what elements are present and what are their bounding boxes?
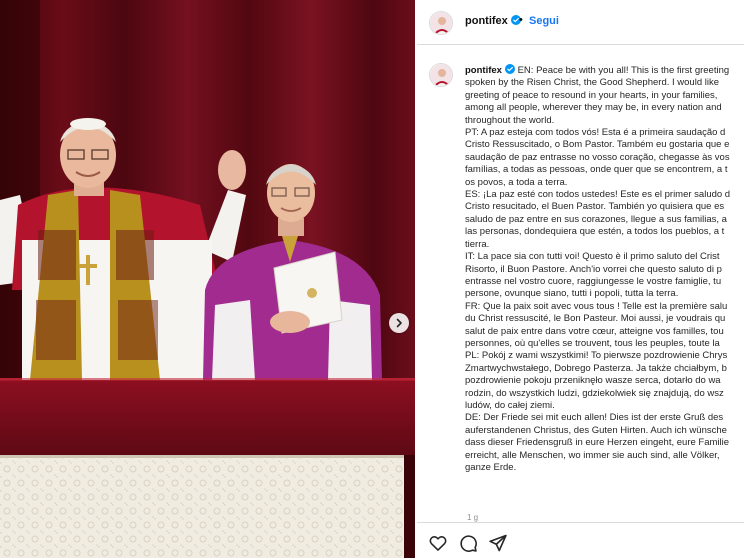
caption-line: dass dieser Friedensgruß in eure Herzen … — [465, 437, 730, 449]
caption-line: DE: Der Friede sei mit euch allen! Dies … — [465, 412, 724, 424]
caption-line: Risorto, il Buon Pastore. Anch'io vorrei… — [465, 263, 722, 275]
action-bar — [428, 533, 508, 553]
caption-line: du Christ ressuscité, le Bon Pasteur. Mo… — [465, 313, 726, 325]
caption-line: erreicht, alle Menschen, wo immer sie au… — [465, 449, 720, 461]
caption-line: ganze Erde. — [465, 462, 517, 473]
chevron-right-icon — [396, 318, 402, 328]
next-photo-button[interactable] — [389, 313, 409, 333]
caption-line: PL: Pokój z wami wszystkimi! To pierwsze… — [465, 350, 728, 362]
caption-line: among all people, wherever they may be, … — [465, 102, 722, 114]
caption-avatar[interactable] — [429, 63, 453, 87]
post-photo[interactable] — [0, 0, 415, 558]
caption-line: PT: A paz esteja com todos vós! Esta é a… — [465, 127, 726, 139]
caption-line: saludo de paz entre en sus corazones, ll… — [465, 213, 727, 225]
caption-line: personnes, où qu'elles se trouvent, tous… — [465, 337, 720, 349]
follow-button[interactable]: Segui — [529, 15, 559, 27]
caption-line: os povos, a toda a terra. — [465, 176, 568, 188]
caption-line: throughout the world. — [465, 114, 555, 126]
comment-button[interactable] — [458, 533, 478, 553]
header-avatar[interactable] — [429, 11, 453, 35]
caption-line: Cristo resucitado, el Buen Pastor. Tambi… — [465, 201, 725, 213]
caption-line: pontifex EN: Peace be with you all! This… — [465, 64, 744, 77]
caption-line: Cristo Ressuscitado, o Bom Pastor. També… — [465, 139, 730, 151]
caption-line: persone, ovunque siano, tutti i popoli, … — [465, 288, 679, 300]
caption-line: greeting of peace to resound in your hea… — [465, 89, 718, 101]
share-button[interactable] — [488, 533, 508, 553]
caption-line: ES: ¡La paz esté con todos ustedes! Este… — [465, 189, 731, 201]
avatar-image — [430, 64, 452, 86]
like-button[interactable] — [428, 533, 448, 553]
heart-icon — [429, 536, 447, 551]
actions-divider — [417, 522, 744, 523]
caption-line: Zmartwychwstałego, Dobrego Pasterza. Ja … — [465, 362, 727, 374]
caption-line: spoken by the Risen Christ, the Good She… — [465, 77, 720, 89]
header-username-text[interactable]: pontifex — [465, 15, 508, 27]
avatar-image — [430, 12, 452, 34]
caption-line: famílias, a todas as pessoas, onde quer … — [465, 164, 728, 176]
caption-line: pozdrowienie pokoju przeniknęło wasze se… — [465, 375, 721, 387]
comment-icon — [460, 535, 477, 552]
caption-line: saudação de paz entrasse no vosso coraçã… — [465, 151, 730, 163]
post-panel: pontifex • Segui pontifex EN: Peace be w… — [417, 0, 744, 558]
header-separator: • — [519, 14, 523, 26]
caption-line: IT: La pace sia con tutti voi! Questo è … — [465, 251, 720, 263]
caption-text: EN: Peace be with you all! This is the f… — [517, 65, 730, 76]
caption-line: tierra. — [465, 238, 490, 250]
header-divider — [417, 44, 744, 45]
share-icon — [489, 534, 507, 552]
header-username[interactable]: pontifex — [465, 15, 521, 27]
caption-line: las personas, dondequiera que estén, a t… — [465, 226, 725, 238]
caption-line: ludów, do całej ziemi. — [465, 399, 555, 411]
caption-line: salut de paix entre dans votre cœur, att… — [465, 325, 724, 337]
caption-username[interactable]: pontifex — [465, 65, 502, 76]
caption-line: entrasse nel vostro cuore, raggiungesse … — [465, 275, 722, 287]
photo-image — [0, 0, 415, 558]
post-caption: pontifex EN: Peace be with you all! This… — [465, 64, 744, 474]
caption-line: FR: Que la paix soit avec vous tous ! Te… — [465, 300, 728, 312]
caption-line: rodzin, do wszystkich ludzi, gdziekolwie… — [465, 387, 724, 399]
post-timestamp[interactable]: 1 g — [467, 513, 478, 522]
verified-badge-icon — [504, 64, 515, 74]
caption-line: auferstandenen Christus, des Guten Hirte… — [465, 424, 727, 436]
